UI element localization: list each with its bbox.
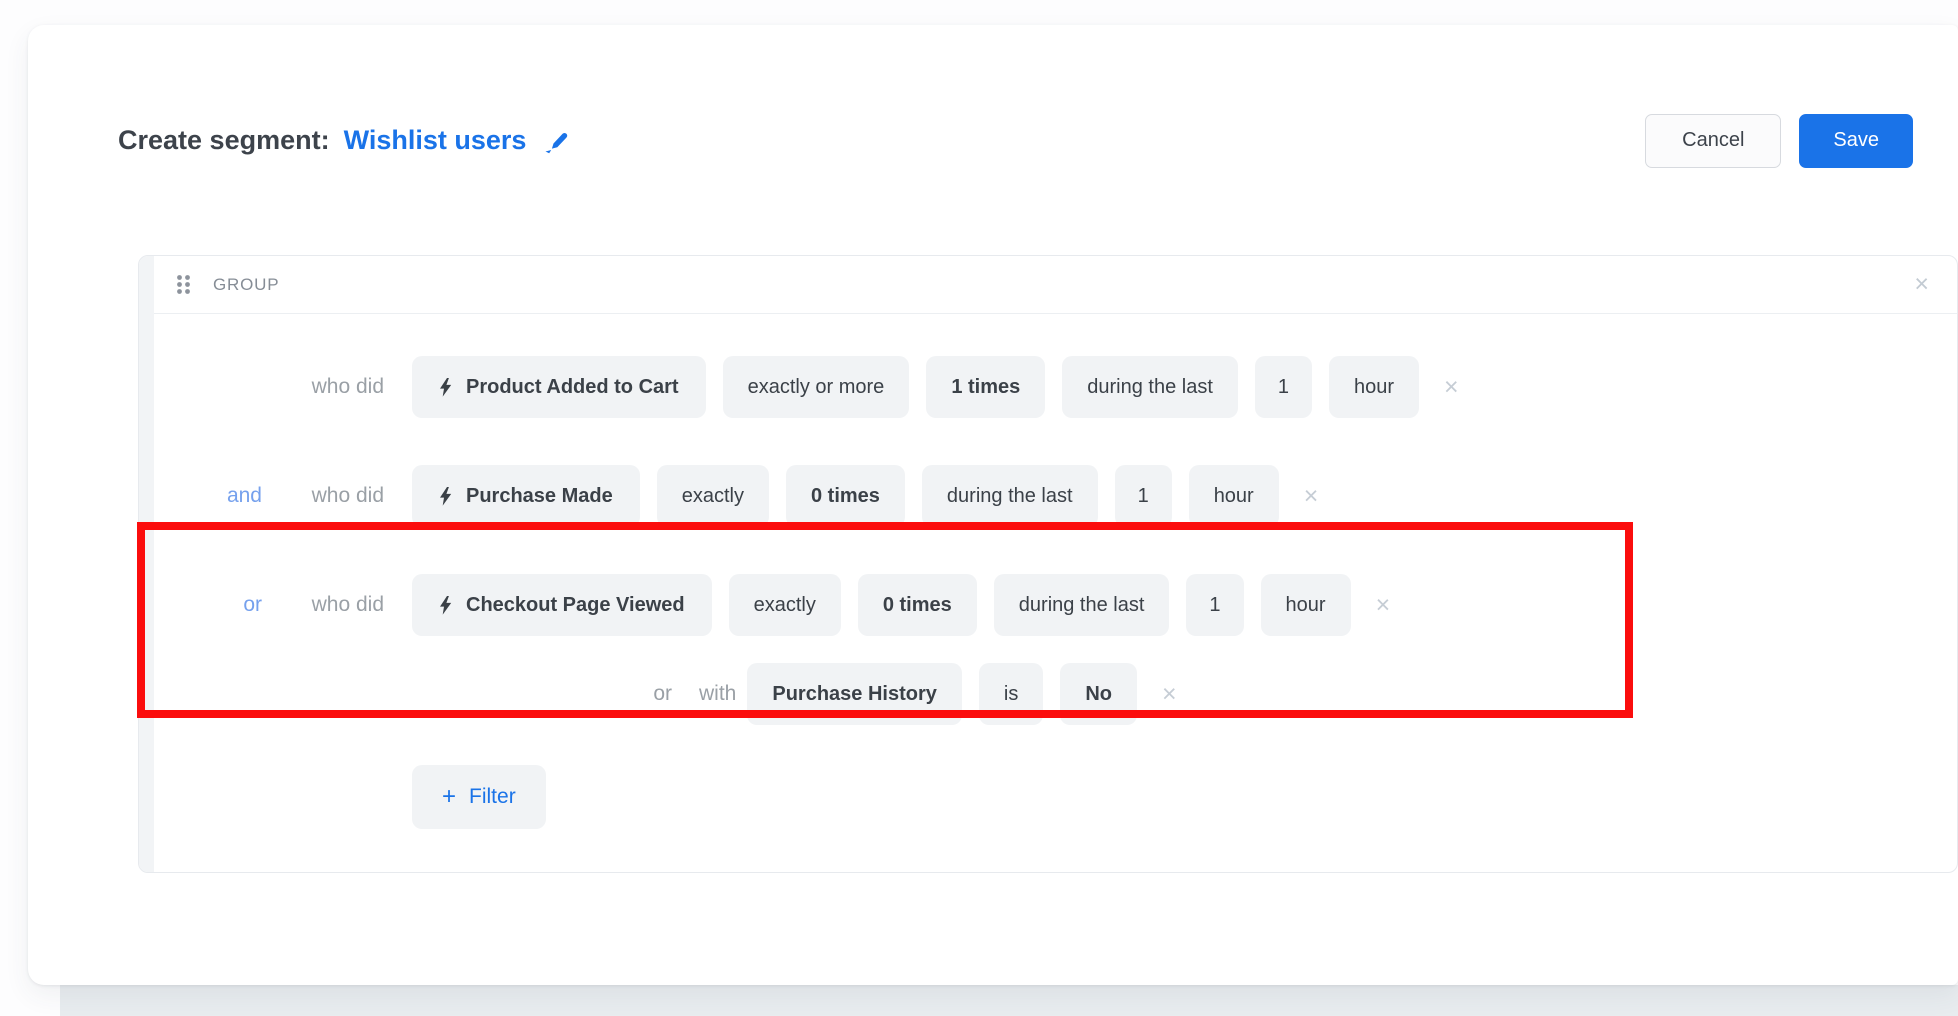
- page-bottom-strip: [60, 985, 1958, 1016]
- add-filter-label: Filter: [469, 785, 516, 809]
- row-connector[interactable]: and: [174, 484, 262, 508]
- main-card: Create segment: Wishlist users Cancel Sa…: [28, 25, 1958, 985]
- attribute-pill[interactable]: Purchase History: [747, 663, 962, 725]
- row-prefix: who did: [284, 375, 384, 399]
- cancel-button[interactable]: Cancel: [1645, 114, 1781, 168]
- save-button[interactable]: Save: [1799, 114, 1913, 168]
- row-pills: Checkout Page Viewed exactly 0 times dur…: [412, 574, 1390, 636]
- event-pill[interactable]: Product Added to Cart: [412, 356, 706, 418]
- group-label: GROUP: [213, 275, 279, 295]
- segment-builder-page: Create segment: Wishlist users Cancel Sa…: [0, 0, 1958, 1016]
- filter-row: or who did Checkout Page Viewed exactly …: [174, 574, 1927, 636]
- event-pill[interactable]: Checkout Page Viewed: [412, 574, 712, 636]
- operator-pill[interactable]: is: [979, 663, 1043, 725]
- row-pills: Product Added to Cart exactly or more 1 …: [412, 356, 1459, 418]
- page-title: Create segment: Wishlist users: [118, 125, 570, 156]
- operator-pill[interactable]: exactly: [729, 574, 841, 636]
- duration-pill[interactable]: 1: [1255, 356, 1312, 418]
- row-connector[interactable]: or: [174, 593, 262, 617]
- edit-pencil-icon[interactable]: [542, 127, 570, 155]
- plus-icon: +: [442, 785, 456, 809]
- subrow-prefix: with: [699, 682, 736, 706]
- header-actions: Cancel Save: [1645, 114, 1913, 168]
- operator-pill[interactable]: exactly: [657, 465, 769, 527]
- create-segment-label: Create segment:: [118, 125, 330, 156]
- page-header: Create segment: Wishlist users Cancel Sa…: [118, 113, 1913, 168]
- unit-pill[interactable]: hour: [1261, 574, 1351, 636]
- remove-filter-icon[interactable]: ×: [1162, 682, 1177, 707]
- period-pill[interactable]: during the last: [922, 465, 1098, 527]
- duration-pill[interactable]: 1: [1115, 465, 1172, 527]
- row-prefix: who did: [284, 484, 384, 508]
- count-pill[interactable]: 0 times: [858, 574, 977, 636]
- event-pill-label: Product Added to Cart: [466, 376, 679, 399]
- drag-handle-icon[interactable]: [176, 274, 191, 295]
- group-body: who did Product Added to Cart exactly or…: [154, 314, 1957, 829]
- segment-name[interactable]: Wishlist users: [344, 125, 527, 156]
- unit-pill[interactable]: hour: [1189, 465, 1279, 527]
- count-pill[interactable]: 0 times: [786, 465, 905, 527]
- filter-row: and who did Purchase Made exactly 0 time…: [174, 465, 1927, 527]
- row-pills: Purchase History is No ×: [747, 663, 1176, 725]
- event-pill-label: Checkout Page Viewed: [466, 594, 685, 617]
- event-pill-label: Purchase Made: [466, 485, 613, 508]
- count-pill[interactable]: 1 times: [926, 356, 1045, 418]
- add-filter-button[interactable]: + Filter: [412, 765, 546, 829]
- filter-group: GROUP × who did Product Added to Cart ex…: [138, 255, 1958, 873]
- filter-row: who did Product Added to Cart exactly or…: [174, 356, 1927, 418]
- period-pill[interactable]: during the last: [994, 574, 1170, 636]
- event-bolt-icon: [439, 378, 452, 397]
- group-left-strip: [139, 256, 154, 872]
- event-pill[interactable]: Purchase Made: [412, 465, 640, 527]
- event-bolt-icon: [439, 596, 452, 615]
- subrow-connector[interactable]: or: [634, 682, 672, 706]
- remove-filter-icon[interactable]: ×: [1376, 593, 1391, 618]
- event-bolt-icon: [439, 487, 452, 506]
- attribute-subrow: or with Purchase History is No ×: [174, 663, 1927, 725]
- period-pill[interactable]: during the last: [1062, 356, 1238, 418]
- row-pills: Purchase Made exactly 0 times during the…: [412, 465, 1318, 527]
- value-pill[interactable]: No: [1060, 663, 1137, 725]
- unit-pill[interactable]: hour: [1329, 356, 1419, 418]
- duration-pill[interactable]: 1: [1186, 574, 1243, 636]
- remove-filter-icon[interactable]: ×: [1304, 484, 1319, 509]
- remove-filter-icon[interactable]: ×: [1444, 375, 1459, 400]
- group-header: GROUP ×: [154, 256, 1957, 314]
- group-close-icon[interactable]: ×: [1914, 272, 1929, 297]
- operator-pill[interactable]: exactly or more: [723, 356, 910, 418]
- row-prefix: who did: [284, 593, 384, 617]
